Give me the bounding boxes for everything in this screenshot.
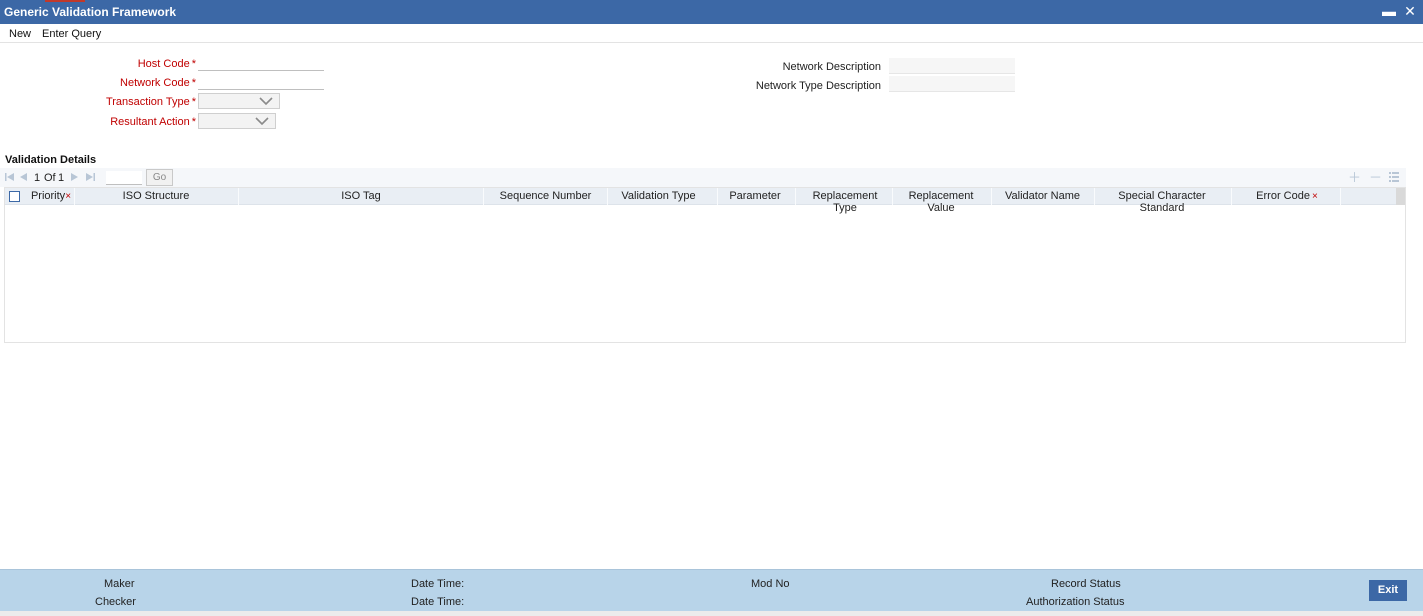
column-header-validator-name[interactable]: Validator Name — [992, 190, 1093, 202]
column-header-iso-tag[interactable]: ISO Tag — [239, 190, 483, 202]
network-type-description-label: Network Type Description — [755, 80, 881, 92]
pager-page-input[interactable] — [106, 171, 142, 185]
checker-label: Checker — [95, 596, 136, 608]
chevron-down-icon — [259, 97, 273, 106]
resultant-action-select[interactable] — [198, 113, 276, 129]
close-icon[interactable]: ✕ — [1402, 3, 1418, 19]
menu-new[interactable]: New — [9, 28, 31, 40]
host-code-label: Host Code * — [137, 58, 196, 70]
column-header-priority[interactable]: Priority× — [29, 190, 73, 202]
transaction-type-label: Transaction Type * — [105, 96, 196, 108]
transaction-type-select[interactable] — [198, 93, 280, 109]
pager-current-page: 1 — [34, 172, 41, 184]
minimize-icon[interactable]: ▬ — [1381, 3, 1397, 19]
checker-date-time-label: Date Time: — [411, 596, 465, 608]
grid-header: Priority× ISO Structure ISO Tag Sequence… — [5, 188, 1397, 214]
column-header-validation-type[interactable]: Validation Type — [608, 190, 709, 202]
audit-footer — [0, 569, 1423, 616]
record-status-label: Record Status — [1051, 578, 1121, 590]
network-type-description-field — [889, 76, 1015, 92]
pager-of-label: Of — [44, 172, 56, 184]
exit-button[interactable]: Exit — [1369, 580, 1407, 601]
view-row-icon[interactable] — [1389, 172, 1399, 182]
window-title-bar: Generic Validation Framework ▬ ✕ — [0, 0, 1423, 24]
column-divider — [795, 188, 796, 205]
grid-vertical-scrollbar[interactable] — [1396, 188, 1405, 205]
network-code-input[interactable] — [198, 76, 324, 90]
first-page-icon[interactable] — [5, 172, 14, 182]
authorization-status-label: Authorization Status — [1026, 596, 1125, 608]
column-divider — [1340, 188, 1341, 205]
mod-no-label: Mod No — [751, 578, 790, 590]
add-row-icon[interactable]: ＋ — [1348, 171, 1361, 184]
network-description-label: Network Description — [782, 61, 881, 73]
resultant-action-label: Resultant Action * — [110, 116, 196, 128]
host-code-input[interactable] — [198, 57, 324, 71]
column-divider — [892, 188, 893, 205]
column-header-parameter[interactable]: Parameter — [718, 190, 792, 202]
column-header-sequence-number[interactable]: Sequence Number — [484, 190, 607, 202]
column-header-iso-structure[interactable]: ISO Structure — [75, 190, 237, 202]
last-page-icon[interactable] — [86, 172, 95, 182]
delete-row-icon[interactable]: － — [1369, 171, 1382, 184]
network-code-label: Network Code * — [120, 77, 196, 89]
maker-label: Maker — [104, 578, 135, 590]
menu-enter-query[interactable]: Enter Query — [42, 28, 101, 40]
validation-details-title: Validation Details — [5, 154, 97, 166]
column-header-error-code[interactable]: Error Code × — [1232, 190, 1342, 202]
previous-page-icon[interactable] — [19, 172, 27, 182]
pager-total-pages: 1 — [58, 172, 65, 184]
select-all-checkbox[interactable] — [9, 191, 20, 202]
grid-pager: 1 Of 1 Go ＋ － — [0, 168, 1406, 187]
go-button[interactable]: Go — [146, 169, 173, 186]
grid-body — [5, 205, 1405, 342]
maker-date-time-label: Date Time: — [411, 578, 465, 590]
bottom-strip — [0, 611, 1423, 616]
validation-details-grid: Priority× ISO Structure ISO Tag Sequence… — [4, 187, 1406, 343]
next-page-icon[interactable] — [71, 172, 79, 182]
network-description-field — [889, 58, 1015, 74]
menu-bar: New Enter Query — [0, 24, 1423, 43]
chevron-down-icon — [255, 117, 269, 126]
title-accent — [45, 0, 85, 2]
window-title: Generic Validation Framework — [4, 5, 177, 19]
